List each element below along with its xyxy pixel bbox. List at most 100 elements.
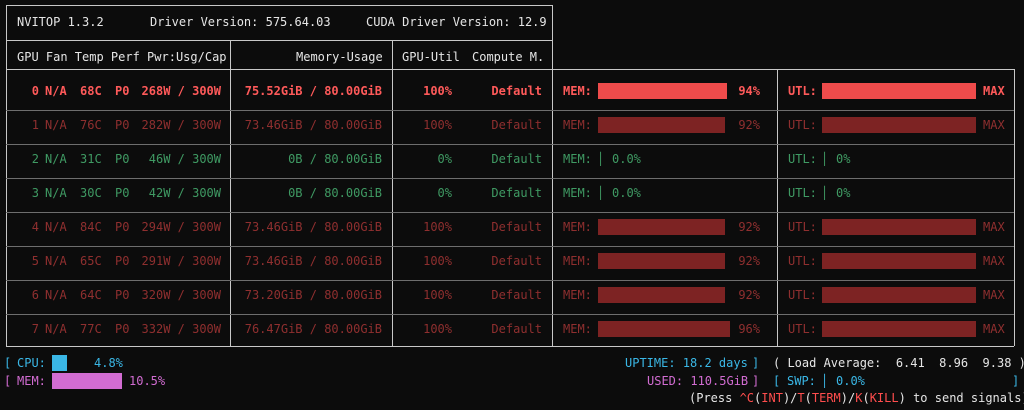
gpu-fan: N/A (45, 152, 67, 166)
gpu-memory-usage: 76.47GiB / 80.00GiB (244, 322, 382, 336)
gpu-compute-mode: Default (491, 118, 542, 132)
gpu-utl-bar (822, 117, 976, 133)
gpu-mem-label: MEM: (563, 84, 592, 98)
table-right-border (1014, 69, 1015, 346)
gpu-mem-percent: 0.0% (612, 186, 641, 200)
gpu-perf: P0 (115, 220, 130, 234)
term-label: TERM (811, 391, 841, 405)
gpu-mem-divider: │ (597, 186, 605, 200)
gpu-perf: P0 (115, 118, 130, 132)
gpu-util: 0% (437, 152, 452, 166)
gpu-index: 0 (31, 84, 39, 98)
gpu-mem-divider: │ (597, 152, 605, 166)
swap-bracket-open: [ (773, 374, 781, 388)
gpu-fan: N/A (45, 220, 67, 234)
gpu-memory-usage: 0B / 80.00GiB (288, 152, 382, 166)
column-header-left: GPU Fan Temp Perf Pwr:Usg/Cap (17, 50, 227, 64)
gpu-temp: 30C (80, 186, 102, 200)
gpu-power: 332W / 300W (141, 322, 221, 336)
column-header-util: GPU-Util (402, 50, 460, 64)
gpu-util: 100% (423, 220, 452, 234)
column-header-compute: Compute M. (472, 50, 545, 64)
row-separator (6, 110, 1014, 111)
gpu-utl-label: UTL: (788, 118, 817, 132)
gpu-temp: 31C (80, 152, 102, 166)
gpu-power: 294W / 300W (141, 220, 221, 234)
column-header-memory: Memory-Usage (296, 50, 383, 64)
gpu-compute-mode: Default (491, 152, 542, 166)
gpu-utl-label: UTL: (788, 254, 817, 268)
gpu-index: 1 (31, 118, 39, 132)
gpu-utl-percent: MAX (983, 322, 1005, 336)
used-memory: USED: 110.5GiB (647, 374, 749, 388)
gpu-utl-label: UTL: (788, 84, 817, 98)
gpu-temp: 76C (80, 118, 102, 132)
row-separator (6, 212, 1014, 213)
gpu-index: 7 (31, 322, 39, 336)
gpu-power: 291W / 300W (141, 254, 221, 268)
gpu-mem-percent: 0.0% (612, 152, 641, 166)
gpu-mem-bar (598, 321, 730, 337)
cpu-label: CPU: (17, 356, 46, 370)
gpu-index: 2 (31, 152, 39, 166)
used-bracket: ] (752, 374, 760, 388)
swap-percent: 0.0% (836, 374, 865, 388)
host-mem-label: MEM: (17, 374, 46, 388)
gpu-memory-usage: 73.46GiB / 80.00GiB (244, 220, 382, 234)
gpu-fan: N/A (45, 254, 67, 268)
table-top-border (6, 69, 1014, 70)
gpu-utl-label: UTL: (788, 322, 817, 336)
swap-divider: │ (821, 374, 829, 388)
gpu-utl-label: UTL: (788, 288, 817, 302)
gpu-utl-label: UTL: (788, 186, 817, 200)
gpu-utl-bar (822, 219, 976, 235)
mem-bracket: [ (4, 374, 12, 388)
app-version: NVITOP 1.3.2 (17, 15, 104, 29)
cuda-version: CUDA Driver Version: 12.9 (366, 15, 547, 29)
gpu-mem-label: MEM: (563, 288, 592, 302)
signal-hint: (Press ^C(INT)/T(TERM)/K(KILL) to send s… (689, 390, 1024, 406)
gpu-utl-percent: MAX (983, 288, 1005, 302)
int-label: INT (761, 391, 783, 405)
gpu-memory-usage: 73.20GiB / 80.00GiB (244, 288, 382, 302)
nvitop-terminal: NVITOP 1.3.2 Driver Version: 575.64.03 C… (0, 0, 1024, 410)
gpu-index: 3 (31, 186, 39, 200)
gpu-util: 100% (423, 254, 452, 268)
column-divider-1 (230, 40, 231, 346)
row-separator (6, 246, 1014, 247)
gpu-mem-bar (598, 219, 725, 235)
uptime-bracket: ] (752, 356, 760, 370)
host-mem-percent: 10.5% (129, 374, 166, 388)
gpu-memory-usage: 73.46GiB / 80.00GiB (244, 254, 382, 268)
gpu-fan: N/A (45, 288, 67, 302)
gpu-compute-mode: Default (491, 322, 542, 336)
gpu-mem-bar (598, 117, 725, 133)
gpu-compute-mode: Default (491, 186, 542, 200)
gpu-perf: P0 (115, 152, 130, 166)
gpu-index: 5 (31, 254, 39, 268)
row-separator (6, 144, 1014, 145)
gpu-utl-bar (822, 287, 976, 303)
gpu-mem-label: MEM: (563, 220, 592, 234)
term-key: T (797, 391, 805, 405)
gpu-util: 100% (423, 84, 452, 98)
gpu-utl-bar (822, 83, 976, 99)
gpu-mem-bar (598, 287, 725, 303)
gpu-fan: N/A (45, 322, 67, 336)
gpu-perf: P0 (115, 254, 130, 268)
signal-hint-prefix: (Press (689, 391, 740, 405)
header-separator (6, 40, 552, 41)
row-separator (6, 178, 1014, 179)
load-average: ( Load Average: 6.41 8.96 9.38 ) (773, 356, 1024, 370)
gpu-compute-mode: Default (491, 254, 542, 268)
gpu-perf: P0 (115, 322, 130, 336)
gpu-utl-bar (822, 253, 976, 269)
int-key: ^C (739, 391, 755, 405)
gpu-index: 4 (31, 220, 39, 234)
gpu-mem-percent: 92% (738, 288, 760, 302)
gpu-utl-percent: MAX (983, 254, 1005, 268)
gpu-compute-mode: Default (491, 288, 542, 302)
gpu-utl-label: UTL: (788, 152, 817, 166)
row-separator (6, 314, 1014, 315)
gpu-utl-percent: 0% (836, 152, 851, 166)
